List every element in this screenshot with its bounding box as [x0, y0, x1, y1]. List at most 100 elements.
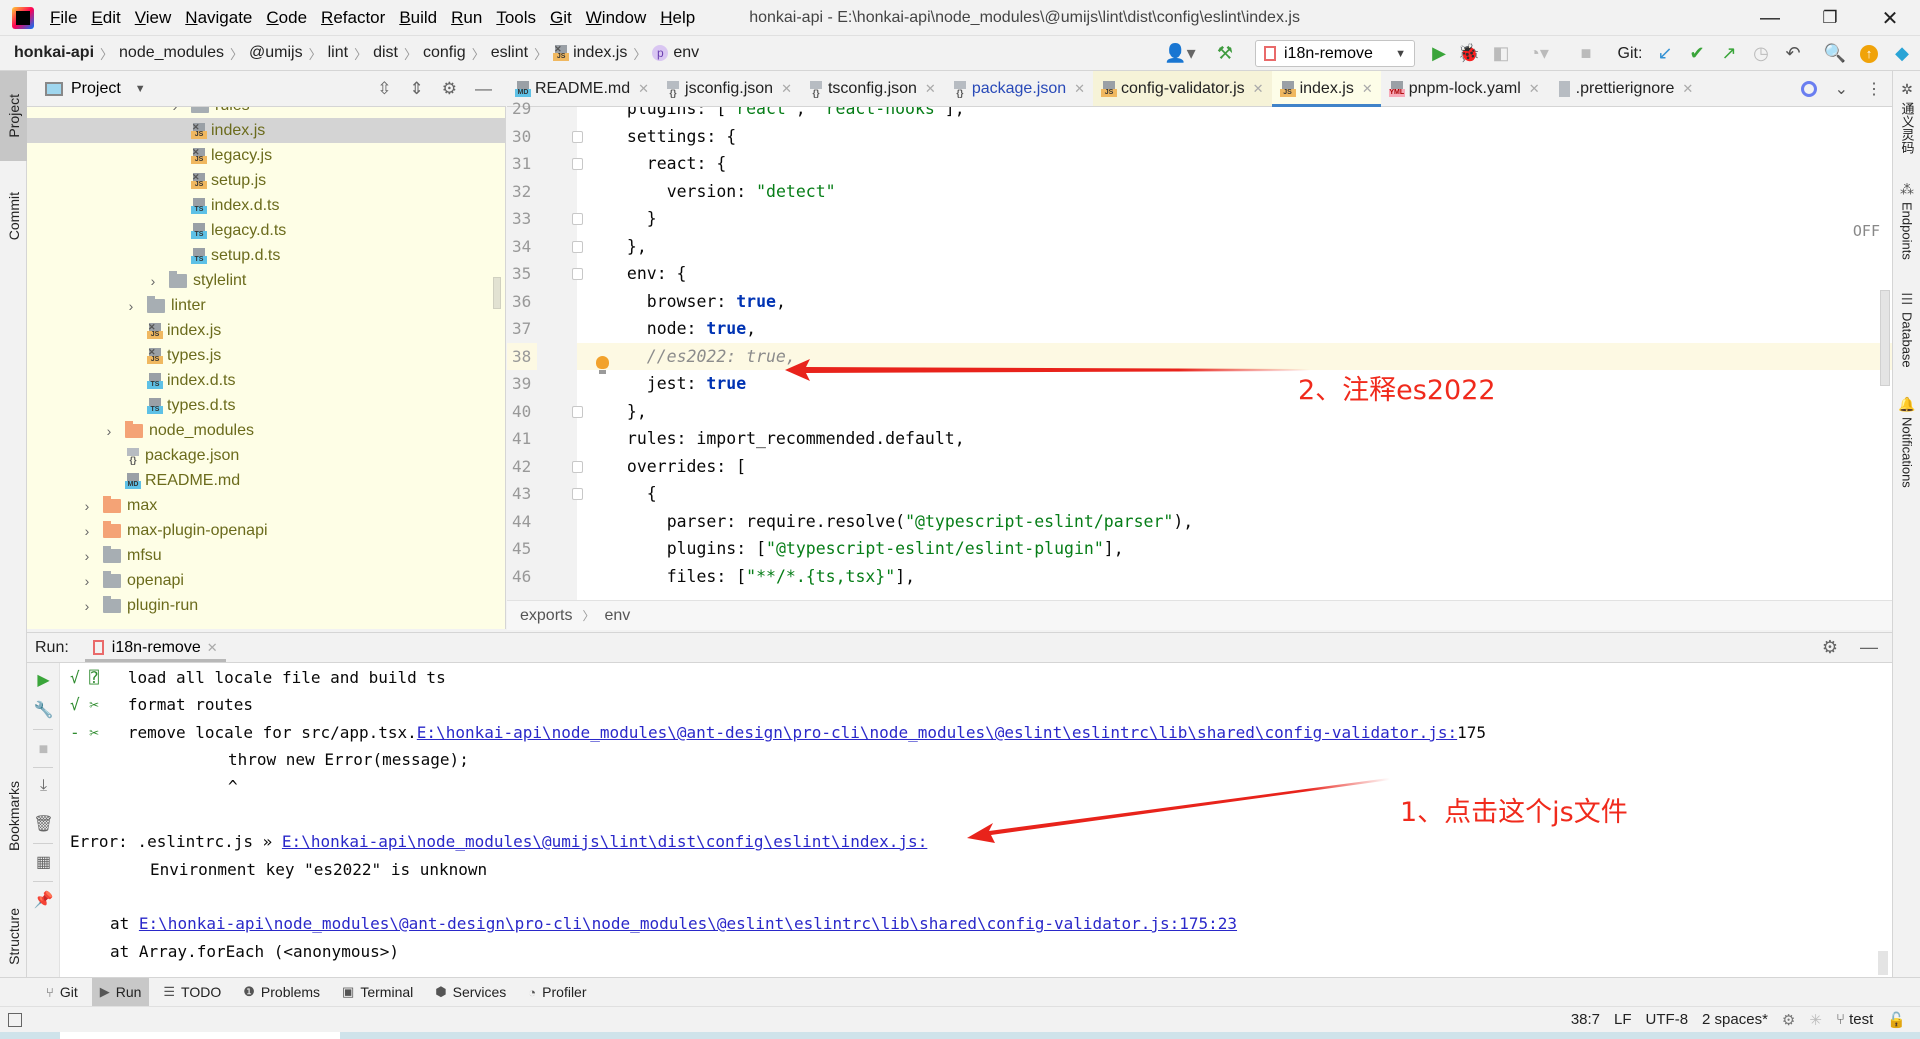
tool-window-git[interactable]: ⑂ Git — [38, 978, 86, 1006]
more-options-icon[interactable]: ⋮ — [1866, 79, 1882, 99]
tree-file[interactable]: TS legacy.d.ts — [27, 218, 505, 243]
hide-panel-icon[interactable]: — — [1860, 637, 1878, 658]
restore-button[interactable]: ❐ — [1800, 0, 1860, 36]
gear-icon[interactable]: ⚙ — [442, 79, 457, 99]
tool-tab-tongyi[interactable]: ✲ 通义灵码 — [1893, 81, 1920, 154]
run-configuration-select[interactable]: i18n-remove ▼ — [1255, 40, 1415, 67]
breadcrumb-item[interactable]: exports — [520, 607, 572, 625]
line-number[interactable]: 40 — [507, 398, 537, 425]
tree-file[interactable]: ✕ JS legacy.js — [27, 143, 505, 168]
tree-file[interactable]: ✕ JS types.js — [27, 343, 505, 368]
editor-tab[interactable]: {} tsconfig.json ✕ — [800, 71, 944, 106]
menu-code[interactable]: Code — [266, 8, 307, 28]
line-number[interactable]: 42 — [507, 453, 537, 480]
line-number[interactable]: 45 — [507, 535, 537, 562]
line-number[interactable]: 30 — [507, 123, 537, 150]
tree-folder[interactable]: › node_modules — [27, 418, 505, 443]
git-update-icon[interactable]: ↙ — [1652, 36, 1678, 71]
fold-marker-icon[interactable] — [572, 213, 583, 225]
line-separator[interactable]: LF — [1614, 1011, 1632, 1028]
menu-edit[interactable]: Edit — [91, 8, 120, 28]
tool-tab-project[interactable]: Project — [0, 71, 27, 161]
wrench-icon[interactable]: 🔧 — [27, 697, 60, 723]
breadcrumb-item[interactable]: env — [673, 44, 699, 62]
line-number[interactable]: 35 — [507, 260, 537, 287]
fold-marker-icon[interactable] — [572, 240, 583, 253]
line-number[interactable]: 41 — [507, 425, 537, 452]
config-validator-link[interactable]: E:\honkai-api\node_modules\@ant-design\p… — [417, 723, 1457, 742]
line-number[interactable]: 36 — [507, 288, 537, 315]
file-encoding[interactable]: UTF-8 — [1646, 1011, 1689, 1028]
tree-file[interactable]: ✕ JS index.js — [27, 118, 505, 143]
line-number[interactable]: 39 — [507, 370, 537, 397]
toolbox-icon[interactable]: ◆ — [1888, 36, 1916, 71]
chevron-right-icon[interactable]: › — [123, 298, 139, 314]
editor-tab[interactable]: {} package.json ✕ — [944, 71, 1093, 106]
editor-tab[interactable]: JS index.js ✕ — [1271, 71, 1381, 107]
project-view-title[interactable]: Project — [71, 80, 121, 98]
menu-refactor[interactable]: Refactor — [321, 8, 385, 28]
user-icon[interactable]: 👤▾ — [1162, 36, 1198, 71]
tool-window-todo[interactable]: ☰ TODO — [155, 978, 229, 1006]
tree-folder[interactable]: › stylelint — [27, 268, 505, 293]
breadcrumb-item[interactable]: lint — [328, 44, 348, 62]
lightbulb-icon[interactable] — [596, 356, 609, 374]
tree-folder[interactable]: › plugin-run — [27, 593, 505, 618]
breadcrumb-item[interactable]: env — [604, 607, 630, 625]
fold-marker-icon[interactable] — [572, 488, 583, 500]
git-push-icon[interactable]: ↗ — [1716, 36, 1742, 71]
chevron-right-icon[interactable]: › — [79, 573, 95, 589]
tool-window-problems[interactable]: ❶ Problems — [235, 978, 328, 1006]
stop-icon[interactable]: ■ — [1572, 36, 1600, 71]
tool-tab-notifications[interactable]: 🔔 Notifications — [1893, 396, 1920, 488]
plugin-icon[interactable] — [1800, 80, 1817, 97]
tree-file[interactable]: TS setup.d.ts — [27, 243, 505, 268]
tree-file[interactable]: MD README.md — [27, 468, 505, 493]
tree-folder[interactable]: › openapi — [27, 568, 505, 593]
fold-marker-icon[interactable] — [572, 130, 583, 143]
caret-position[interactable]: 38:7 — [1571, 1011, 1600, 1028]
breadcrumb-item[interactable]: eslint — [491, 44, 528, 62]
scroll-to-end-icon[interactable]: ⤓ — [27, 773, 60, 799]
tool-tab-commit[interactable]: Commit — [0, 171, 27, 261]
close-icon[interactable]: ✕ — [781, 81, 792, 97]
editor-tab[interactable]: JS config-validator.js ✕ — [1093, 71, 1272, 106]
menu-view[interactable]: View — [135, 8, 172, 28]
pin-icon[interactable]: 📌 — [27, 887, 60, 913]
stop-icon[interactable]: ■ — [27, 737, 60, 763]
close-icon[interactable]: ✕ — [1682, 81, 1693, 97]
line-number[interactable]: 37 — [507, 315, 537, 342]
breadcrumb-item[interactable]: config — [423, 44, 466, 62]
menu-build[interactable]: Build — [399, 8, 437, 28]
tool-tab-endpoints[interactable]: ⁂ Endpoints — [1893, 181, 1920, 260]
git-commit-icon[interactable]: ✔ — [1684, 36, 1710, 71]
search-icon[interactable]: 🔍 — [1822, 36, 1848, 71]
breadcrumb-item[interactable]: index.js — [573, 44, 627, 62]
line-number[interactable]: 34 — [507, 233, 537, 260]
tool-window-terminal[interactable]: ▣ Terminal — [334, 978, 421, 1006]
chevron-right-icon[interactable]: › — [79, 523, 95, 539]
tool-window-services[interactable]: ⬢ Services — [427, 978, 514, 1006]
close-icon[interactable]: ✕ — [1529, 81, 1540, 97]
chevron-down-icon[interactable]: ⌄ — [1835, 79, 1848, 99]
chevron-right-icon[interactable]: › — [79, 498, 95, 514]
update-icon[interactable]: ↑ — [1856, 36, 1882, 71]
layout-icon[interactable]: ▦ — [27, 849, 60, 875]
editor-tab[interactable]: .prettierignore ✕ — [1548, 71, 1702, 106]
scrollbar-thumb[interactable] — [493, 277, 501, 309]
git-branch[interactable]: ⑂ test — [1836, 1011, 1873, 1028]
fold-marker-icon[interactable] — [572, 158, 583, 170]
coverage-icon[interactable]: ◧ — [1487, 36, 1515, 71]
gear-icon[interactable]: ⚙ — [1822, 637, 1838, 658]
fold-marker-icon[interactable] — [572, 405, 583, 418]
minimize-button[interactable]: — — [1740, 0, 1800, 36]
lock-icon[interactable]: 🔓 — [1887, 1011, 1906, 1029]
close-icon[interactable]: ✕ — [1362, 81, 1373, 97]
close-window-button[interactable]: ✕ — [1860, 0, 1920, 36]
chevron-right-icon[interactable]: › — [79, 598, 95, 614]
tree-file[interactable]: ✕ JS setup.js — [27, 168, 505, 193]
chevron-right-icon[interactable]: › — [145, 273, 161, 289]
fold-marker-icon[interactable] — [572, 460, 583, 473]
menu-help[interactable]: Help — [660, 8, 695, 28]
tool-window-profiler[interactable]: ◔ Profiler — [520, 978, 594, 1006]
